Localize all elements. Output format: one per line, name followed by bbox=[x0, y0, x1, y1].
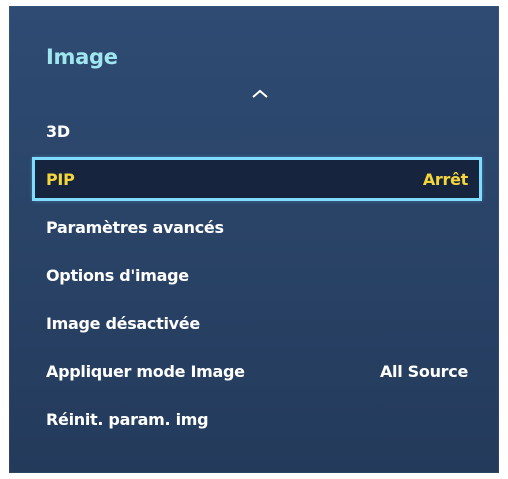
menu-item-value: All Source bbox=[379, 361, 468, 381]
picture-menu-panel: Image 3D PIP Arrêt Paramètres avancés Op… bbox=[9, 6, 499, 473]
menu-item-label: Options d'image bbox=[46, 265, 189, 285]
menu-item-pip[interactable]: PIP Arrêt bbox=[32, 157, 482, 201]
menu-item-label: 3D bbox=[46, 121, 70, 141]
menu-item-picture-off[interactable]: Image désactivée bbox=[46, 304, 468, 342]
menu-item-label: Paramètres avancés bbox=[46, 217, 224, 237]
menu-item-advanced-settings[interactable]: Paramètres avancés bbox=[46, 208, 468, 246]
menu-item-reset-picture[interactable]: Réinit. param. img bbox=[46, 400, 468, 438]
menu-item-label: PIP bbox=[46, 169, 75, 189]
menu-item-apply-picture-mode[interactable]: Appliquer mode Image All Source bbox=[46, 352, 468, 390]
menu-item-label: Appliquer mode Image bbox=[46, 361, 245, 381]
menu-item-label: Réinit. param. img bbox=[46, 409, 209, 429]
menu-item-3d[interactable]: 3D bbox=[46, 112, 468, 150]
menu-item-label: Image désactivée bbox=[46, 313, 200, 333]
menu-item-picture-options[interactable]: Options d'image bbox=[46, 256, 468, 294]
menu-item-value: Arrêt bbox=[422, 169, 468, 189]
menu-title: Image bbox=[46, 45, 118, 69]
chevron-up-icon[interactable] bbox=[251, 89, 269, 99]
